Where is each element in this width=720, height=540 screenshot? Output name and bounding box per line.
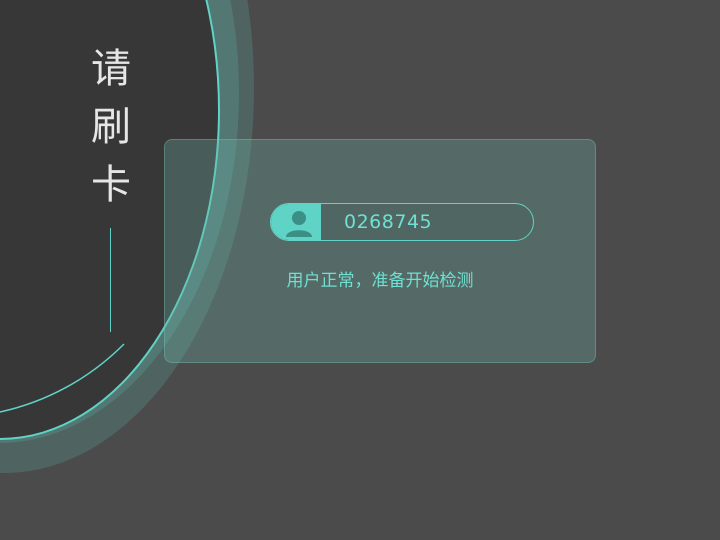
title-char: 请 xyxy=(91,46,131,92)
status-message: 用户正常，准备开始检测 xyxy=(286,271,474,291)
user-icon xyxy=(286,211,312,237)
title-char: 刷 xyxy=(91,104,131,150)
title-char: 卡 xyxy=(91,162,131,208)
card-id-value: 0268745 xyxy=(344,211,433,233)
card-swipe-screen: 请 刷 卡 0268745 用户正常，准备开始检测 xyxy=(0,0,720,540)
vertical-title: 请 刷 卡 xyxy=(86,40,136,214)
title-divider-line xyxy=(110,228,111,332)
card-id-field: 0268745 xyxy=(270,203,534,241)
user-icon-box xyxy=(271,204,321,240)
info-card xyxy=(164,139,596,363)
